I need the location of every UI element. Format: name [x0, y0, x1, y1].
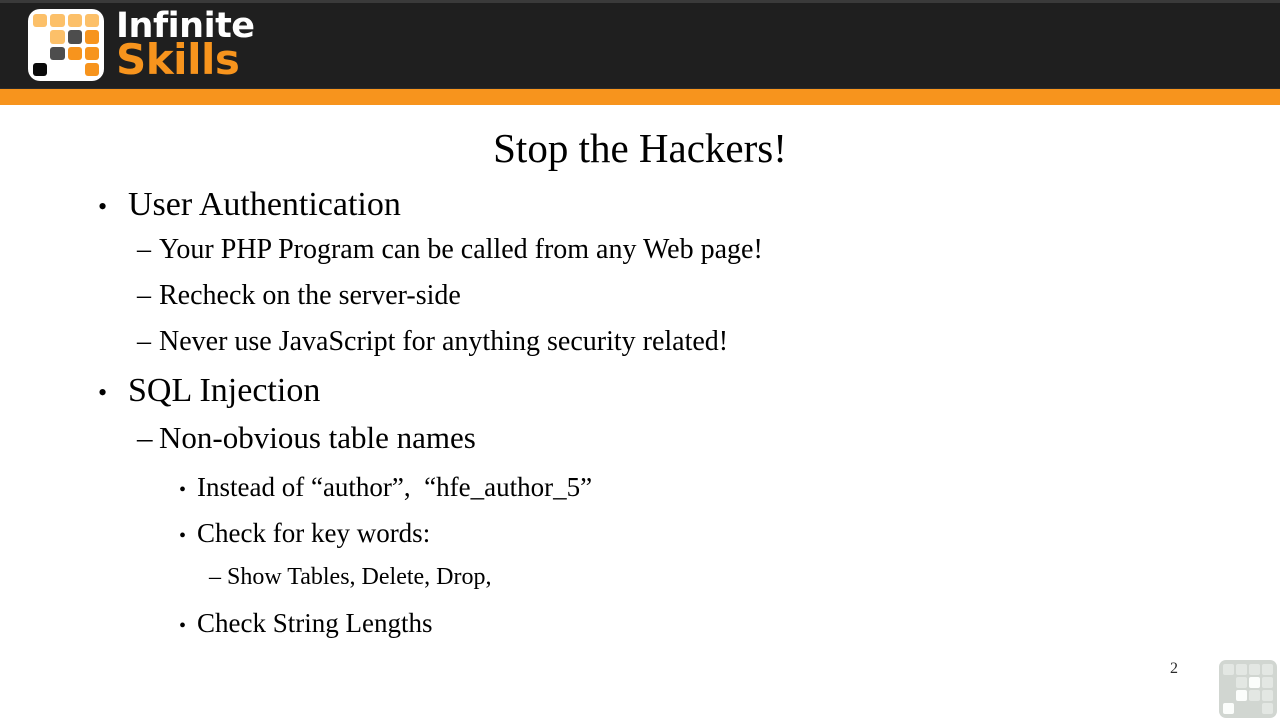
logo-tile [50, 46, 65, 60]
bullet-item-level3: • Check String Lengths [0, 608, 1280, 654]
logo-tile [33, 14, 48, 28]
bullet-text: Instead of “author”, “hfe_author_5” [197, 472, 593, 502]
bullet-item-level3: • Instead of “author”, “hfe_author_5” [0, 472, 1280, 518]
watermark-tile [1236, 664, 1247, 675]
logo-tile [33, 30, 47, 43]
watermark-tile [1223, 690, 1234, 701]
bullet-item-level2: – Non-obvious table names [0, 420, 1280, 472]
infinite-skills-grid-watermark-icon [1219, 660, 1277, 718]
watermark-tile [1236, 677, 1247, 688]
bullet-item-level3: • Check for key words: [0, 518, 1280, 564]
bullet-marker: – [137, 420, 153, 455]
bullet-marker: – [137, 326, 151, 357]
watermark-tile [1223, 664, 1234, 675]
watermark-tile [1249, 703, 1260, 714]
logo-tile [84, 14, 99, 28]
bullet-text: User Authentication [128, 186, 401, 223]
watermark-tile [1223, 703, 1234, 714]
watermark-tile [1249, 664, 1260, 675]
logo-tile [50, 63, 64, 76]
logo-tile [50, 30, 65, 44]
bullet-marker: – [137, 234, 151, 265]
watermark-tile [1223, 677, 1234, 688]
watermark-tile [1262, 690, 1273, 701]
watermark-tile [1249, 677, 1260, 688]
watermark-tile [1249, 690, 1260, 701]
logo-tile [84, 62, 99, 76]
brand-wordmark: Infinite Skills [116, 9, 255, 85]
bullet-text: Show Tables, Delete, Drop, [227, 564, 492, 590]
bullet-marker: • [179, 615, 187, 637]
bullet-text: Check for key words: [197, 518, 431, 548]
bullet-text: SQL Injection [128, 372, 321, 409]
bullet-item-level4: – Show Tables, Delete, Drop, [0, 564, 1280, 608]
logo-tile [67, 14, 82, 28]
bullet-text: Your PHP Program can be called from any … [159, 234, 763, 265]
orange-accent-rule [0, 88, 1280, 105]
watermark-tile [1262, 664, 1273, 675]
logo-tile [33, 62, 48, 76]
bullet-item-level2: – Your PHP Program can be called from an… [0, 234, 1280, 280]
slide-bullet-list: • User Authentication – Your PHP Program… [0, 186, 1280, 654]
bullet-marker: • [179, 525, 187, 547]
wordmark-skills: Skills [116, 35, 240, 85]
bullet-text: Never use JavaScript for anything securi… [159, 326, 729, 357]
watermark-tile [1262, 677, 1273, 688]
bullet-marker: • [179, 479, 187, 501]
bullet-marker: • [98, 192, 108, 221]
bullet-marker: • [98, 378, 108, 407]
logo-tile [68, 63, 82, 76]
bullet-item-level2: – Recheck on the server-side [0, 280, 1280, 326]
bullet-marker: – [209, 564, 221, 590]
bullet-item-level2: – Never use JavaScript for anything secu… [0, 326, 1280, 372]
watermark-tile [1236, 703, 1247, 714]
watermark-tile [1262, 703, 1273, 714]
bullet-text: Non-obvious table names [159, 420, 476, 455]
slide-title: Stop the Hackers! [493, 125, 787, 171]
brand-logo-lockup: Infinite Skills [28, 8, 255, 82]
bullet-item-level1: • SQL Injection [0, 372, 1280, 420]
logo-tile [33, 47, 47, 60]
bullet-item-level1: • User Authentication [0, 186, 1280, 234]
logo-tile [84, 30, 99, 44]
bullet-text: Check String Lengths [197, 608, 433, 638]
logo-tile [67, 46, 82, 60]
page-number: 2 [1170, 660, 1178, 677]
watermark-tile [1236, 690, 1247, 701]
logo-tile [50, 14, 65, 28]
logo-tile [84, 46, 99, 60]
bullet-text: Recheck on the server-side [159, 280, 461, 311]
infinite-skills-grid-logo-icon [28, 9, 104, 81]
bullet-marker: – [137, 280, 151, 311]
logo-tile [67, 30, 82, 44]
